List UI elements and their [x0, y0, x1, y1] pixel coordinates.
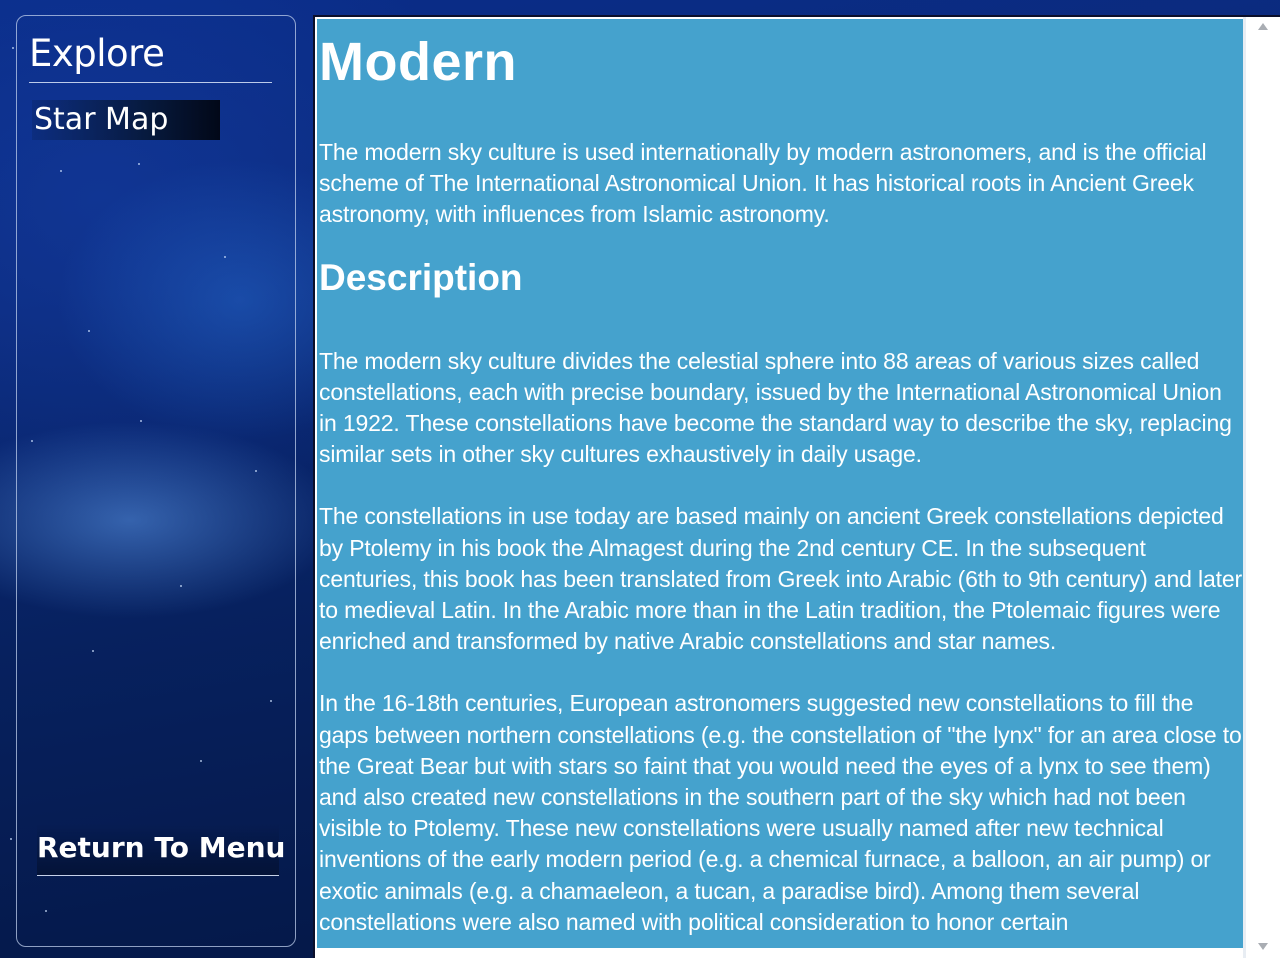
intro-paragraph: The modern sky culture is used internati…	[319, 139, 1207, 228]
vertical-scrollbar[interactable]	[1243, 17, 1280, 958]
sidebar-title: Explore	[29, 32, 165, 75]
title-divider	[29, 82, 272, 83]
description-paragraph: In the 16-18th centuries, European astro…	[319, 690, 1242, 935]
scroll-content[interactable]: Modern The modern sky culture is used in…	[317, 19, 1243, 948]
content-panel: Modern The modern sky culture is used in…	[313, 15, 1280, 958]
star-map-button[interactable]: Star Map	[32, 100, 220, 140]
explore-sidebar: Explore Star Map Return To Menu	[16, 15, 296, 947]
page-title: Modern	[319, 32, 517, 92]
return-to-menu-button[interactable]: Return To Menu	[37, 824, 285, 876]
description-paragraph: The modern sky culture divides the celes…	[319, 347, 1232, 468]
chevron-up-icon[interactable]	[1258, 23, 1268, 30]
description-paragraph: The constellations in use today are base…	[319, 503, 1243, 655]
scrollbar-track	[1243, 17, 1246, 958]
description-heading: Description	[319, 256, 523, 298]
chevron-down-icon[interactable]	[1258, 943, 1268, 950]
